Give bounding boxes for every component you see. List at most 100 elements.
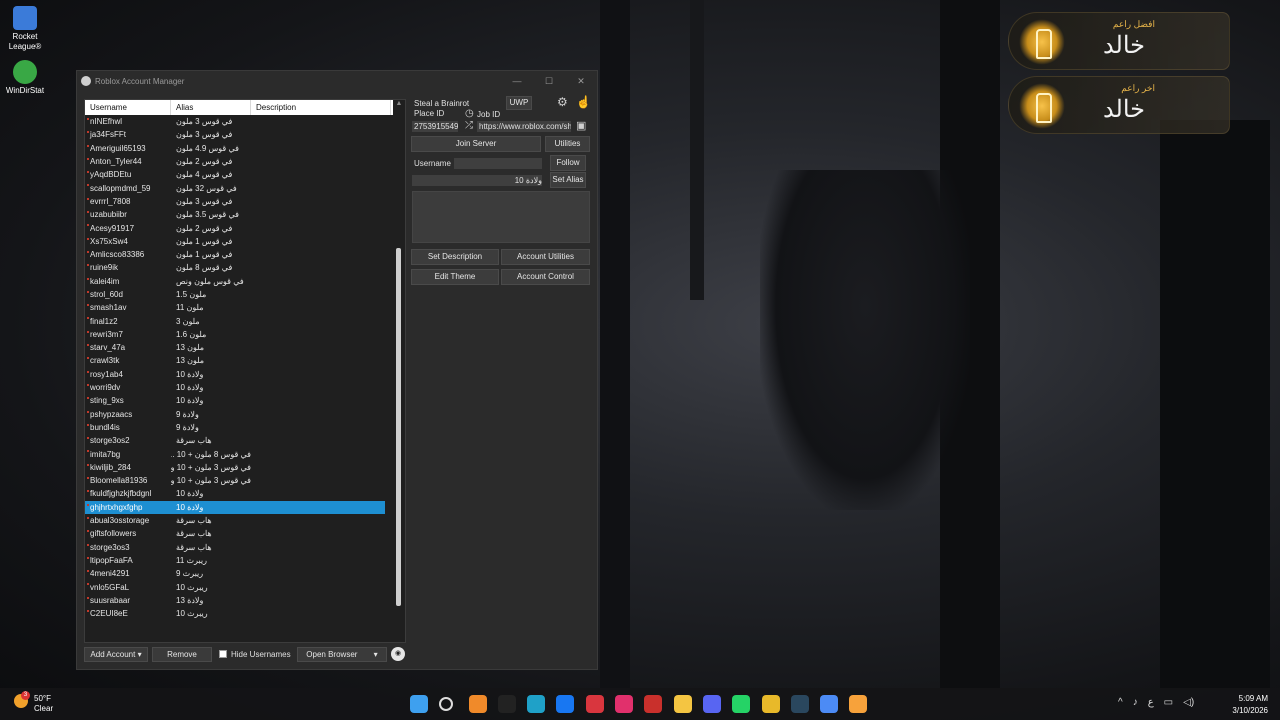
add-account-button[interactable]: Add Account ▾ [84, 647, 148, 662]
account-row[interactable]: Anton_Tyler44 في قوس 2 ملون [85, 155, 405, 168]
place-id-field[interactable]: 2753915549 [412, 121, 458, 132]
edge-icon[interactable] [527, 695, 546, 713]
account-row[interactable]: kalei4im في قوس ملون ونص [85, 275, 405, 288]
account-row[interactable]: bundl4is ولادة 9 [85, 421, 405, 434]
account-row[interactable]: pshypzaacs ولادة 9 [85, 408, 405, 421]
account-row[interactable]: imita7bg في قوس 8 ملون + 10 ... [85, 447, 405, 460]
desktop-icon-rocket-league[interactable]: Rocket League® [4, 6, 46, 52]
account-row[interactable]: abual3osstorage هاب سرقة [85, 514, 405, 527]
steam-icon[interactable] [790, 695, 809, 713]
discord-icon[interactable]: ◉ [391, 647, 405, 661]
monitor-icon[interactable]: ▭ [1164, 697, 1173, 708]
account-row[interactable]: C2EUI8eE ريبرث 10 [85, 607, 405, 620]
account-row[interactable]: 4meni4291 ريبرث 9 [85, 567, 405, 580]
remove-button[interactable]: Remove [152, 647, 212, 662]
history-clock-icon[interactable]: ◷ [465, 108, 474, 120]
account-row[interactable]: nINEfhwl في قوس 3 ملون [85, 115, 405, 128]
account-row[interactable]: final1z2 ملون 3 [85, 314, 405, 327]
facebook-icon[interactable] [556, 695, 575, 713]
account-row[interactable]: sting_9xs ولادة 10 [85, 394, 405, 407]
account-row[interactable]: giftsfollowers هاب سرقة [85, 527, 405, 540]
maximize-button[interactable]: ☐ [533, 76, 565, 87]
account-row[interactable]: strol_60d ملون 1.5 [85, 288, 405, 301]
shuffle-icon[interactable]: ⤮ [465, 120, 473, 132]
account-row[interactable]: smash1av ملون 11 [85, 301, 405, 314]
search-icon[interactable] [439, 697, 454, 711]
dark-app-icon[interactable] [497, 695, 516, 713]
hide-usernames-checkbox[interactable] [219, 650, 227, 658]
input-language[interactable]: ع [1148, 697, 1154, 708]
follow-button[interactable]: Follow [550, 155, 586, 171]
chrome-icon[interactable] [761, 695, 780, 713]
account-row[interactable]: rewri3m7 ملون 1.6 [85, 328, 405, 341]
open-browser-button[interactable]: Open Browser ▾ [297, 647, 387, 662]
account-row[interactable]: Ameriguil65193 في قوس 4.9 ملون [85, 142, 405, 155]
account-row[interactable]: fkuldfjghzkjfbdgnl ولادة 10 [85, 487, 405, 500]
list-scrollbar[interactable]: ▲ [393, 100, 405, 642]
account-row[interactable]: ghjhrtxhgxfghp ولادة 10 [85, 500, 385, 514]
column-username[interactable]: Username [85, 100, 171, 115]
platform-button[interactable]: UWP [506, 96, 532, 110]
chrome-active-icon[interactable] [820, 695, 839, 713]
chevron-up-icon[interactable]: ^ [1118, 697, 1123, 708]
cloud-app-icon[interactable] [468, 695, 487, 713]
account-row[interactable]: yAqdBDEtu في قوس 4 ملون [85, 168, 405, 181]
utilities-button[interactable]: Utilities [545, 136, 590, 152]
discord-icon[interactable] [702, 695, 721, 713]
set-description-button[interactable]: Set Description [411, 249, 499, 265]
column-description[interactable]: Description [251, 100, 391, 115]
account-row[interactable]: storge3os3 هاب سرقة [85, 541, 405, 554]
scroll-up-arrow[interactable]: ▲ [393, 100, 405, 112]
clock[interactable]: 5:09 AM 3/10/2026 [1232, 693, 1268, 717]
set-alias-button[interactable]: Set Alias [550, 172, 586, 188]
microphone-icon[interactable]: ♪ [1133, 697, 1138, 708]
account-row[interactable]: rosy1ab4 ولادة 10 [85, 368, 405, 381]
settings-gear-icon[interactable]: ⚙ [557, 96, 568, 108]
prayer-widget[interactable]: افضل راعم خالد [1008, 12, 1230, 70]
account-row[interactable]: vnlo5GFaL ريبرث 10 [85, 580, 405, 593]
account-row[interactable]: Amlicsco83386 في قوس 1 ملون [85, 248, 405, 261]
account-list[interactable]: Username Alias Description nINEfhwl في قو… [84, 99, 406, 643]
account-row[interactable]: evrrrl_7808 في قوس 3 ملون [85, 195, 405, 208]
account-row[interactable]: Xs75xSw4 في قوس 1 ملون [85, 235, 405, 248]
prayer-widget[interactable]: اخر راعم خالد [1008, 76, 1230, 134]
alias-input[interactable]: ولادة 10 [412, 175, 542, 186]
account-row[interactable]: storge3os2 هاب سرقة [85, 434, 405, 447]
minimize-button[interactable]: — [501, 76, 533, 87]
file-explorer-icon[interactable] [673, 695, 692, 713]
scroll-thumb[interactable] [396, 248, 401, 606]
account-row[interactable]: worri9dv ولادة 10 [85, 381, 405, 394]
account-utilities-button[interactable]: Account Utilities [501, 249, 590, 265]
desktop-icon-windirstat[interactable]: WinDirStat [4, 60, 46, 96]
account-row[interactable]: scallopmdmd_59 في قوس 32 ملون [85, 181, 405, 194]
account-username: storge3os3 [90, 542, 130, 552]
account-row[interactable]: ja34FsFFt في قوس 3 ملون [85, 128, 405, 141]
donate-hand-icon[interactable]: ☝ [576, 96, 591, 108]
job-id-field[interactable]: https://www.roblox.com/sha [477, 121, 571, 132]
acrobat-icon[interactable] [644, 695, 663, 713]
whatsapp-icon[interactable] [732, 695, 751, 713]
account-row[interactable]: suusrabaar ولادة 13 [85, 594, 405, 607]
username-input[interactable] [454, 158, 542, 169]
orange-app-icon[interactable] [849, 695, 868, 713]
description-box[interactable] [412, 191, 590, 243]
join-server-button[interactable]: Join Server [411, 136, 541, 152]
column-alias[interactable]: Alias [171, 100, 251, 115]
edit-theme-button[interactable]: Edit Theme [411, 269, 499, 285]
account-row[interactable]: uzabubiibr في قوس 3.5 ملون [85, 208, 405, 221]
windows-start-icon[interactable] [410, 695, 428, 713]
red-app-icon[interactable] [585, 695, 604, 713]
title-bar[interactable]: Roblox Account Manager — ☐ ✕ [77, 71, 597, 91]
save-disk-icon[interactable]: ▣ [576, 120, 586, 132]
close-button[interactable]: ✕ [565, 76, 597, 87]
account-row[interactable]: Bloomella81936 في قوس 3 ملون + 10 و... [85, 474, 405, 487]
account-row[interactable]: kiwiljib_284 في قوس 3 ملون + 10 و... [85, 461, 405, 474]
account-row[interactable]: ruine9ik في قوس 8 ملون [85, 261, 405, 274]
volume-icon[interactable]: ◁) [1183, 697, 1194, 708]
account-row[interactable]: Acesy91917 في قوس 2 ملون [85, 221, 405, 234]
account-row[interactable]: ltipopFaaFA ريبرث 11 [85, 554, 405, 567]
account-row[interactable]: starv_47a ملون 13 [85, 341, 405, 354]
account-row[interactable]: crawl3tk ملون 13 [85, 354, 405, 367]
account-control-button[interactable]: Account Control [501, 269, 590, 285]
instagram-icon[interactable] [615, 695, 634, 713]
